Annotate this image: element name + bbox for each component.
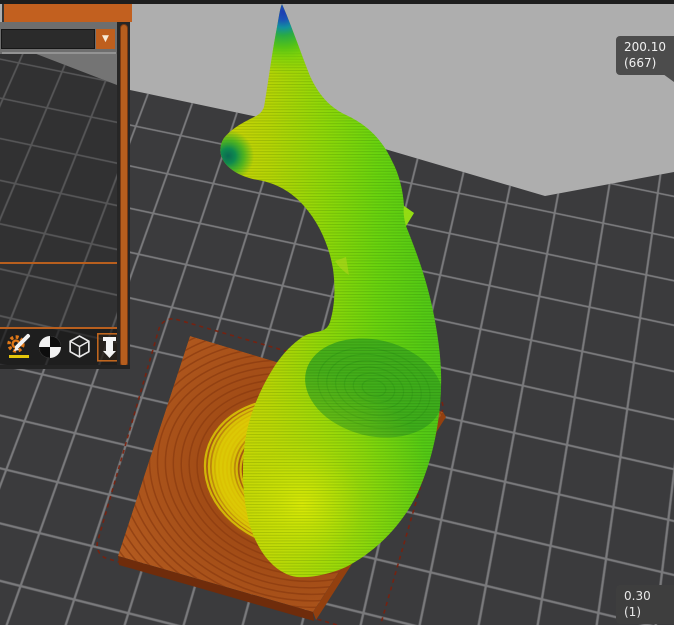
panel-scrollbar[interactable]: [120, 24, 128, 367]
panel-separator-orange: [0, 262, 119, 264]
view-dropdown[interactable]: [1, 29, 95, 49]
panel-separator: [2, 52, 116, 54]
view-tools-toolbar: [0, 329, 119, 365]
edit-gear-pencil-icon[interactable]: [7, 332, 33, 362]
panel-body: [0, 22, 119, 369]
left-panel: ▼: [0, 0, 130, 369]
layer-number-bottom: (1): [624, 604, 666, 620]
dropdown-arrow-button[interactable]: ▼: [96, 29, 115, 49]
chevron-down-icon: ▼: [102, 34, 109, 44]
center-of-mass-icon[interactable]: [38, 332, 62, 362]
layer-height-top: 200.10: [624, 39, 666, 55]
layer-number-top: (667): [624, 55, 666, 71]
layer-height-bottom: 0.30: [624, 588, 666, 604]
window-top-strip: [0, 0, 674, 4]
panel-bottom-edge: [0, 365, 130, 369]
layer-slider-bottom-handle[interactable]: 0.30 (1): [616, 585, 674, 624]
layer-slider-top-handle[interactable]: 200.10 (667): [616, 36, 674, 75]
bounding-box-cube-icon[interactable]: [67, 332, 92, 362]
panel-header-bar: [2, 4, 132, 22]
